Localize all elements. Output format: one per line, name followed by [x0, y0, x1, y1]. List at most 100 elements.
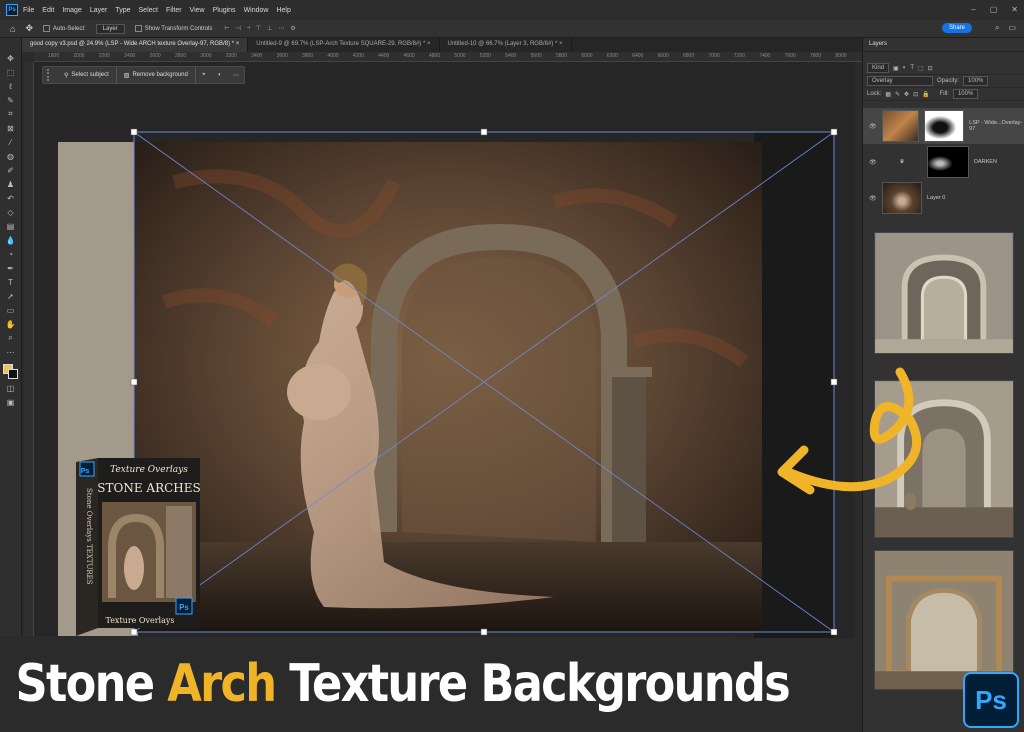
- background-color[interactable]: [7, 369, 18, 379]
- healing-icon[interactable]: ◍: [4, 150, 18, 162]
- person-icon: ⚲: [64, 72, 69, 79]
- crop-icon[interactable]: ⌗: [4, 108, 18, 120]
- ruler-tick-label: 5400: [505, 53, 517, 59]
- quick-select-icon[interactable]: ✎: [4, 94, 18, 106]
- align-top-icon[interactable]: ⊤: [256, 25, 261, 32]
- eyedropper-icon[interactable]: ⁄: [4, 136, 18, 148]
- tools-panel: ✥ ⬚ ℓ ✎ ⌗ ⊠ ⁄ ◍ ✐ ♟ ↶ ◇ ▤ 💧 ◔ ✒ T ➚ ▭ ✋ …: [0, 38, 22, 638]
- path-select-icon[interactable]: ➚: [4, 290, 18, 302]
- eye-icon[interactable]: 👁: [869, 123, 877, 130]
- marquee-icon[interactable]: ⬚: [4, 66, 18, 78]
- filter-kind-dropdown[interactable]: Kind: [867, 63, 890, 73]
- close-icon[interactable]: ×: [559, 41, 563, 47]
- curly-arrow-icon: [777, 367, 922, 495]
- select-subject-button[interactable]: ⚲ Select subject: [57, 67, 117, 83]
- tab-good-copy[interactable]: good copy v3.psd @ 24.9% (LSP - Wide ARC…: [22, 38, 249, 52]
- opacity-field[interactable]: 100%: [963, 76, 989, 86]
- menu-plugins[interactable]: Plugins: [213, 7, 236, 14]
- color-swatches[interactable]: [2, 364, 19, 380]
- vertical-ruler[interactable]: [24, 62, 34, 642]
- blend-mode-dropdown[interactable]: Overlay: [867, 76, 933, 86]
- close-icon[interactable]: ✕: [1011, 5, 1018, 14]
- filter-adjust-icon[interactable]: ◐: [903, 65, 907, 71]
- layer-mask-thumbnail[interactable]: [927, 146, 969, 178]
- menu-view[interactable]: View: [190, 7, 205, 14]
- zoom-icon[interactable]: ⌕: [4, 332, 18, 344]
- layer-mask-thumbnail[interactable]: [924, 110, 965, 142]
- tab-untitled-10[interactable]: Untitled-10 @ 66.7% (Layer 3, RGB/8#) * …: [440, 38, 572, 52]
- screen-mode-icon[interactable]: ▣: [4, 396, 18, 408]
- layer-name[interactable]: Layer 0: [927, 195, 945, 201]
- transform-icon[interactable]: ⌖: [196, 72, 212, 79]
- drag-handle[interactable]: [47, 69, 53, 81]
- blur-icon[interactable]: 💧: [4, 234, 18, 246]
- lock-all-icon[interactable]: 🔒: [922, 91, 929, 98]
- search-icon[interactable]: ⌕: [995, 23, 999, 33]
- fill-field[interactable]: 100%: [952, 89, 979, 99]
- menu-help[interactable]: Help: [276, 7, 290, 14]
- filter-pixel-icon[interactable]: ▣: [893, 65, 899, 72]
- ruler-tick-label: 7400: [759, 53, 771, 59]
- share-button[interactable]: Share: [941, 23, 972, 33]
- layer-row-layer0[interactable]: 👁 Layer 0: [863, 180, 1024, 216]
- home-icon[interactable]: ⌂: [10, 24, 15, 34]
- type-icon[interactable]: T: [4, 276, 18, 288]
- layer-row-darken[interactable]: 👁 ♛ DARKEN: [863, 144, 1024, 180]
- layer-select-dropdown[interactable]: Layer: [95, 23, 125, 34]
- menu-select[interactable]: Select: [139, 7, 158, 14]
- eye-icon[interactable]: 👁: [869, 159, 877, 166]
- align-right-icon[interactable]: ⫞: [247, 25, 250, 32]
- lock-position-icon[interactable]: ✥: [904, 91, 909, 98]
- tab-untitled-9[interactable]: Untitled-9 @ 69.7% (LSP-Arch Texture SQU…: [248, 38, 440, 52]
- lock-artboard-icon[interactable]: ⊡: [913, 91, 918, 98]
- filter-smart-icon[interactable]: ⊡: [928, 65, 933, 72]
- layer-row-overlay[interactable]: 👁 LSP - Wide...Overlay-97: [863, 108, 1024, 144]
- layer-name[interactable]: LSP - Wide...Overlay-97: [969, 120, 1024, 132]
- move-icon[interactable]: ✥: [4, 52, 18, 64]
- more-options-icon[interactable]: ⋯: [228, 72, 244, 79]
- frame-icon[interactable]: ⊠: [4, 122, 18, 134]
- remove-background-button[interactable]: ▨ Remove background: [117, 67, 196, 83]
- minimize-icon[interactable]: –: [971, 5, 975, 14]
- menu-type[interactable]: Type: [115, 7, 130, 14]
- pen-icon[interactable]: ✒: [4, 262, 18, 274]
- gradient-icon[interactable]: ▤: [4, 220, 18, 232]
- menu-edit[interactable]: Edit: [42, 7, 54, 14]
- more-tools-icon[interactable]: ⋯: [4, 346, 18, 358]
- stamp-icon[interactable]: ♟: [4, 178, 18, 190]
- quick-mask-icon[interactable]: ◫: [4, 382, 18, 394]
- lock-pixels-icon[interactable]: ▦: [885, 91, 891, 98]
- filter-shape-icon[interactable]: ⬚: [918, 65, 924, 72]
- lasso-icon[interactable]: ℓ: [4, 80, 18, 92]
- layer-name[interactable]: DARKEN: [974, 159, 997, 165]
- menu-filter[interactable]: Filter: [166, 7, 182, 14]
- move-tool-icon[interactable]: ✥: [25, 23, 33, 34]
- gear-icon[interactable]: ⚙: [290, 25, 295, 32]
- adjustment-icon[interactable]: ◐: [212, 72, 228, 78]
- align-left-icon[interactable]: ⊢: [224, 25, 229, 32]
- auto-select-checkbox[interactable]: [42, 25, 50, 32]
- shape-icon[interactable]: ▭: [4, 304, 18, 316]
- close-icon[interactable]: ×: [236, 41, 240, 47]
- maximize-icon[interactable]: ▢: [990, 5, 998, 14]
- hand-icon[interactable]: ✋: [4, 318, 18, 330]
- distribute-icon[interactable]: ⋯: [278, 25, 284, 32]
- menu-file[interactable]: File: [23, 7, 34, 14]
- brush-icon[interactable]: ✐: [4, 164, 18, 176]
- workspace-icon[interactable]: ▭: [1008, 23, 1016, 33]
- menu-layer[interactable]: Layer: [90, 7, 108, 14]
- eye-icon[interactable]: 👁: [869, 195, 877, 202]
- menu-window[interactable]: Window: [244, 7, 269, 14]
- align-center-icon[interactable]: ⊣: [236, 25, 241, 32]
- align-middle-icon[interactable]: ⊥: [267, 25, 272, 32]
- ruler-tick-label: 8000: [835, 53, 847, 59]
- history-brush-icon[interactable]: ↶: [4, 192, 18, 204]
- show-transform-checkbox[interactable]: [134, 25, 142, 32]
- menu-image[interactable]: Image: [62, 7, 81, 14]
- dodge-icon[interactable]: ◔: [4, 248, 18, 260]
- horizontal-ruler[interactable]: 1800 2000 2200 2400 2600 2800 3000 3200 3400 3600…: [34, 52, 862, 62]
- close-icon[interactable]: ×: [427, 41, 431, 47]
- lock-paint-icon[interactable]: ✎: [895, 91, 900, 98]
- eraser-icon[interactable]: ◇: [4, 206, 18, 218]
- filter-type-icon[interactable]: T: [910, 65, 914, 71]
